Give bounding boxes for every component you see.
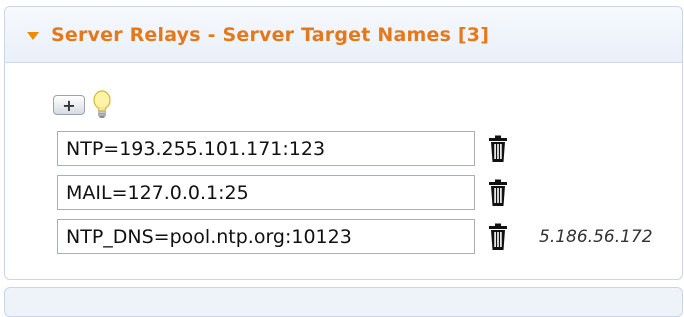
panel-header[interactable]: Server Relays - Server Target Names [3] xyxy=(5,7,682,63)
target-name-input[interactable] xyxy=(57,131,475,166)
lightbulb-icon[interactable] xyxy=(91,89,113,121)
trash-icon[interactable] xyxy=(487,135,509,163)
collapse-caret-icon[interactable] xyxy=(27,31,39,40)
entry-row xyxy=(57,131,539,166)
target-name-input[interactable] xyxy=(57,219,475,254)
target-name-input[interactable] xyxy=(57,175,475,210)
resolved-address: 5.186.56.172 xyxy=(539,226,653,247)
entry-row: 5.186.56.172 xyxy=(57,219,653,254)
trash-icon[interactable] xyxy=(487,179,509,207)
server-relays-panel: Server Relays - Server Target Names [3] … xyxy=(4,6,683,280)
panel-title: Server Relays - Server Target Names [3] xyxy=(51,23,490,46)
toolbar: + xyxy=(53,89,113,121)
plus-icon: + xyxy=(62,95,76,115)
trash-icon[interactable] xyxy=(487,223,509,251)
add-entry-button[interactable]: + xyxy=(53,95,85,115)
next-panel-edge xyxy=(4,287,683,317)
entry-row xyxy=(57,175,539,210)
